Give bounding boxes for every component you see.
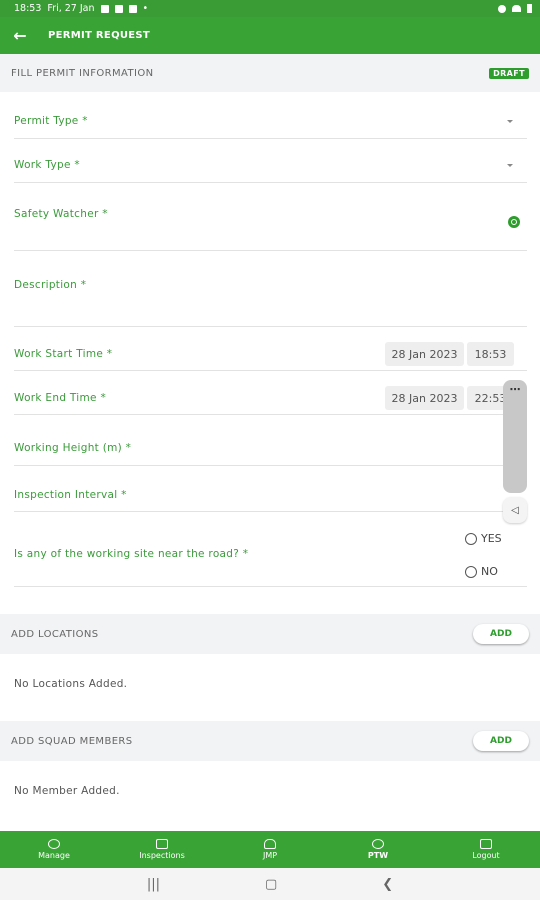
nav-ptw[interactable]: PTW <box>324 831 432 868</box>
inspection-interval-field[interactable]: Inspection Interval * <box>14 466 527 512</box>
work-type-field[interactable]: Work Type * <box>14 139 527 183</box>
field-label: Description * <box>14 279 87 291</box>
safety-watcher-field[interactable]: Safety Watcher * <box>14 183 527 251</box>
field-label: Work Type * <box>14 159 80 171</box>
add-squad-header: ADD SQUAD MEMBERS <box>0 721 540 761</box>
radio-circle-icon <box>465 532 477 545</box>
section-title: ADD SQUAD MEMBERS <box>11 735 133 747</box>
field-label: Work Start Time * <box>14 348 113 360</box>
no-radio[interactable]: NO <box>465 565 498 578</box>
radio-circle-icon <box>465 565 477 578</box>
chevron-down-icon <box>507 164 513 167</box>
status-date: Fri, 27 Jan <box>47 3 95 14</box>
nav-inspections[interactable]: Inspections <box>108 831 216 868</box>
speaker-icon[interactable]: ◁ <box>503 497 527 523</box>
description-field[interactable]: Description * <box>14 251 527 327</box>
clipboard-icon <box>156 839 168 849</box>
nav-manage[interactable]: Manage <box>0 831 108 868</box>
gallery-icon <box>114 4 123 13</box>
add-location-button[interactable]: ADD <box>473 624 529 644</box>
nav-label: Logout <box>472 851 500 860</box>
permit-icon <box>372 839 384 849</box>
nav-label: Inspections <box>139 851 185 860</box>
nav-label: PTW <box>367 851 389 860</box>
field-label: Working Height (m) * <box>14 442 132 454</box>
section-title: FILL PERMIT INFORMATION <box>11 67 154 79</box>
start-date-chip[interactable]: 28 Jan 2023 <box>385 342 464 366</box>
radio-label: YES <box>481 532 502 545</box>
page-title: PERMIT REQUEST <box>48 30 151 41</box>
app-bar: ← PERMIT REQUEST <box>0 17 540 54</box>
search-icon[interactable] <box>508 216 520 228</box>
start-time-chip[interactable]: 18:53 <box>467 342 514 366</box>
recents-icon[interactable]: ||| <box>147 877 160 892</box>
field-label: Is any of the working site near the road… <box>14 548 249 560</box>
sync-icon <box>498 4 506 13</box>
empty-locations-text: No Locations Added. <box>14 678 128 690</box>
message-icon <box>128 4 137 13</box>
dot-icon: • <box>142 3 149 14</box>
nav-label: Manage <box>38 851 70 860</box>
nav-logout[interactable]: Logout <box>432 831 540 868</box>
field-label: Work End Time * <box>14 392 107 404</box>
section-title: ADD LOCATIONS <box>11 628 99 640</box>
logout-icon <box>480 839 492 849</box>
chevron-down-icon <box>507 120 513 123</box>
bottom-nav: Manage Inspections JMP PTW Logout <box>0 831 540 868</box>
back-icon[interactable]: ❮ <box>382 877 393 892</box>
wifi-icon <box>512 5 521 12</box>
car-icon <box>264 839 276 849</box>
add-member-button[interactable]: ADD <box>473 731 529 751</box>
empty-members-text: No Member Added. <box>14 785 120 797</box>
permit-type-field[interactable]: Permit Type * <box>14 92 527 139</box>
field-label: Safety Watcher * <box>14 208 108 220</box>
status-time: 18:53 <box>14 3 42 14</box>
status-badge: DRAFT <box>489 67 529 79</box>
gear-icon <box>48 839 60 849</box>
add-locations-header: ADD LOCATIONS <box>0 614 540 654</box>
end-date-chip[interactable]: 28 Jan 2023 <box>385 386 464 410</box>
status-bar: 18:53 Fri, 27 Jan • <box>0 0 540 17</box>
near-road-field: Is any of the working site near the road… <box>14 512 527 587</box>
photo-icon <box>100 4 109 13</box>
permit-info-header: FILL PERMIT INFORMATION DRAFT <box>0 54 540 92</box>
nav-label: JMP <box>262 851 278 860</box>
radio-label: NO <box>481 565 498 578</box>
field-label: Inspection Interval * <box>14 489 127 501</box>
volume-slider[interactable]: ⋯ <box>503 380 527 493</box>
working-height-field[interactable]: Working Height (m) * <box>14 415 527 466</box>
battery-icon <box>527 4 532 13</box>
system-nav-bar: ||| ▢ ❮ <box>0 868 540 900</box>
nav-jmp[interactable]: JMP <box>216 831 324 868</box>
back-arrow-icon[interactable]: ← <box>0 17 40 54</box>
more-icon[interactable]: ⋯ <box>503 383 527 396</box>
yes-radio[interactable]: YES <box>465 532 502 545</box>
field-label: Permit Type * <box>14 115 88 127</box>
home-icon[interactable]: ▢ <box>265 877 277 892</box>
